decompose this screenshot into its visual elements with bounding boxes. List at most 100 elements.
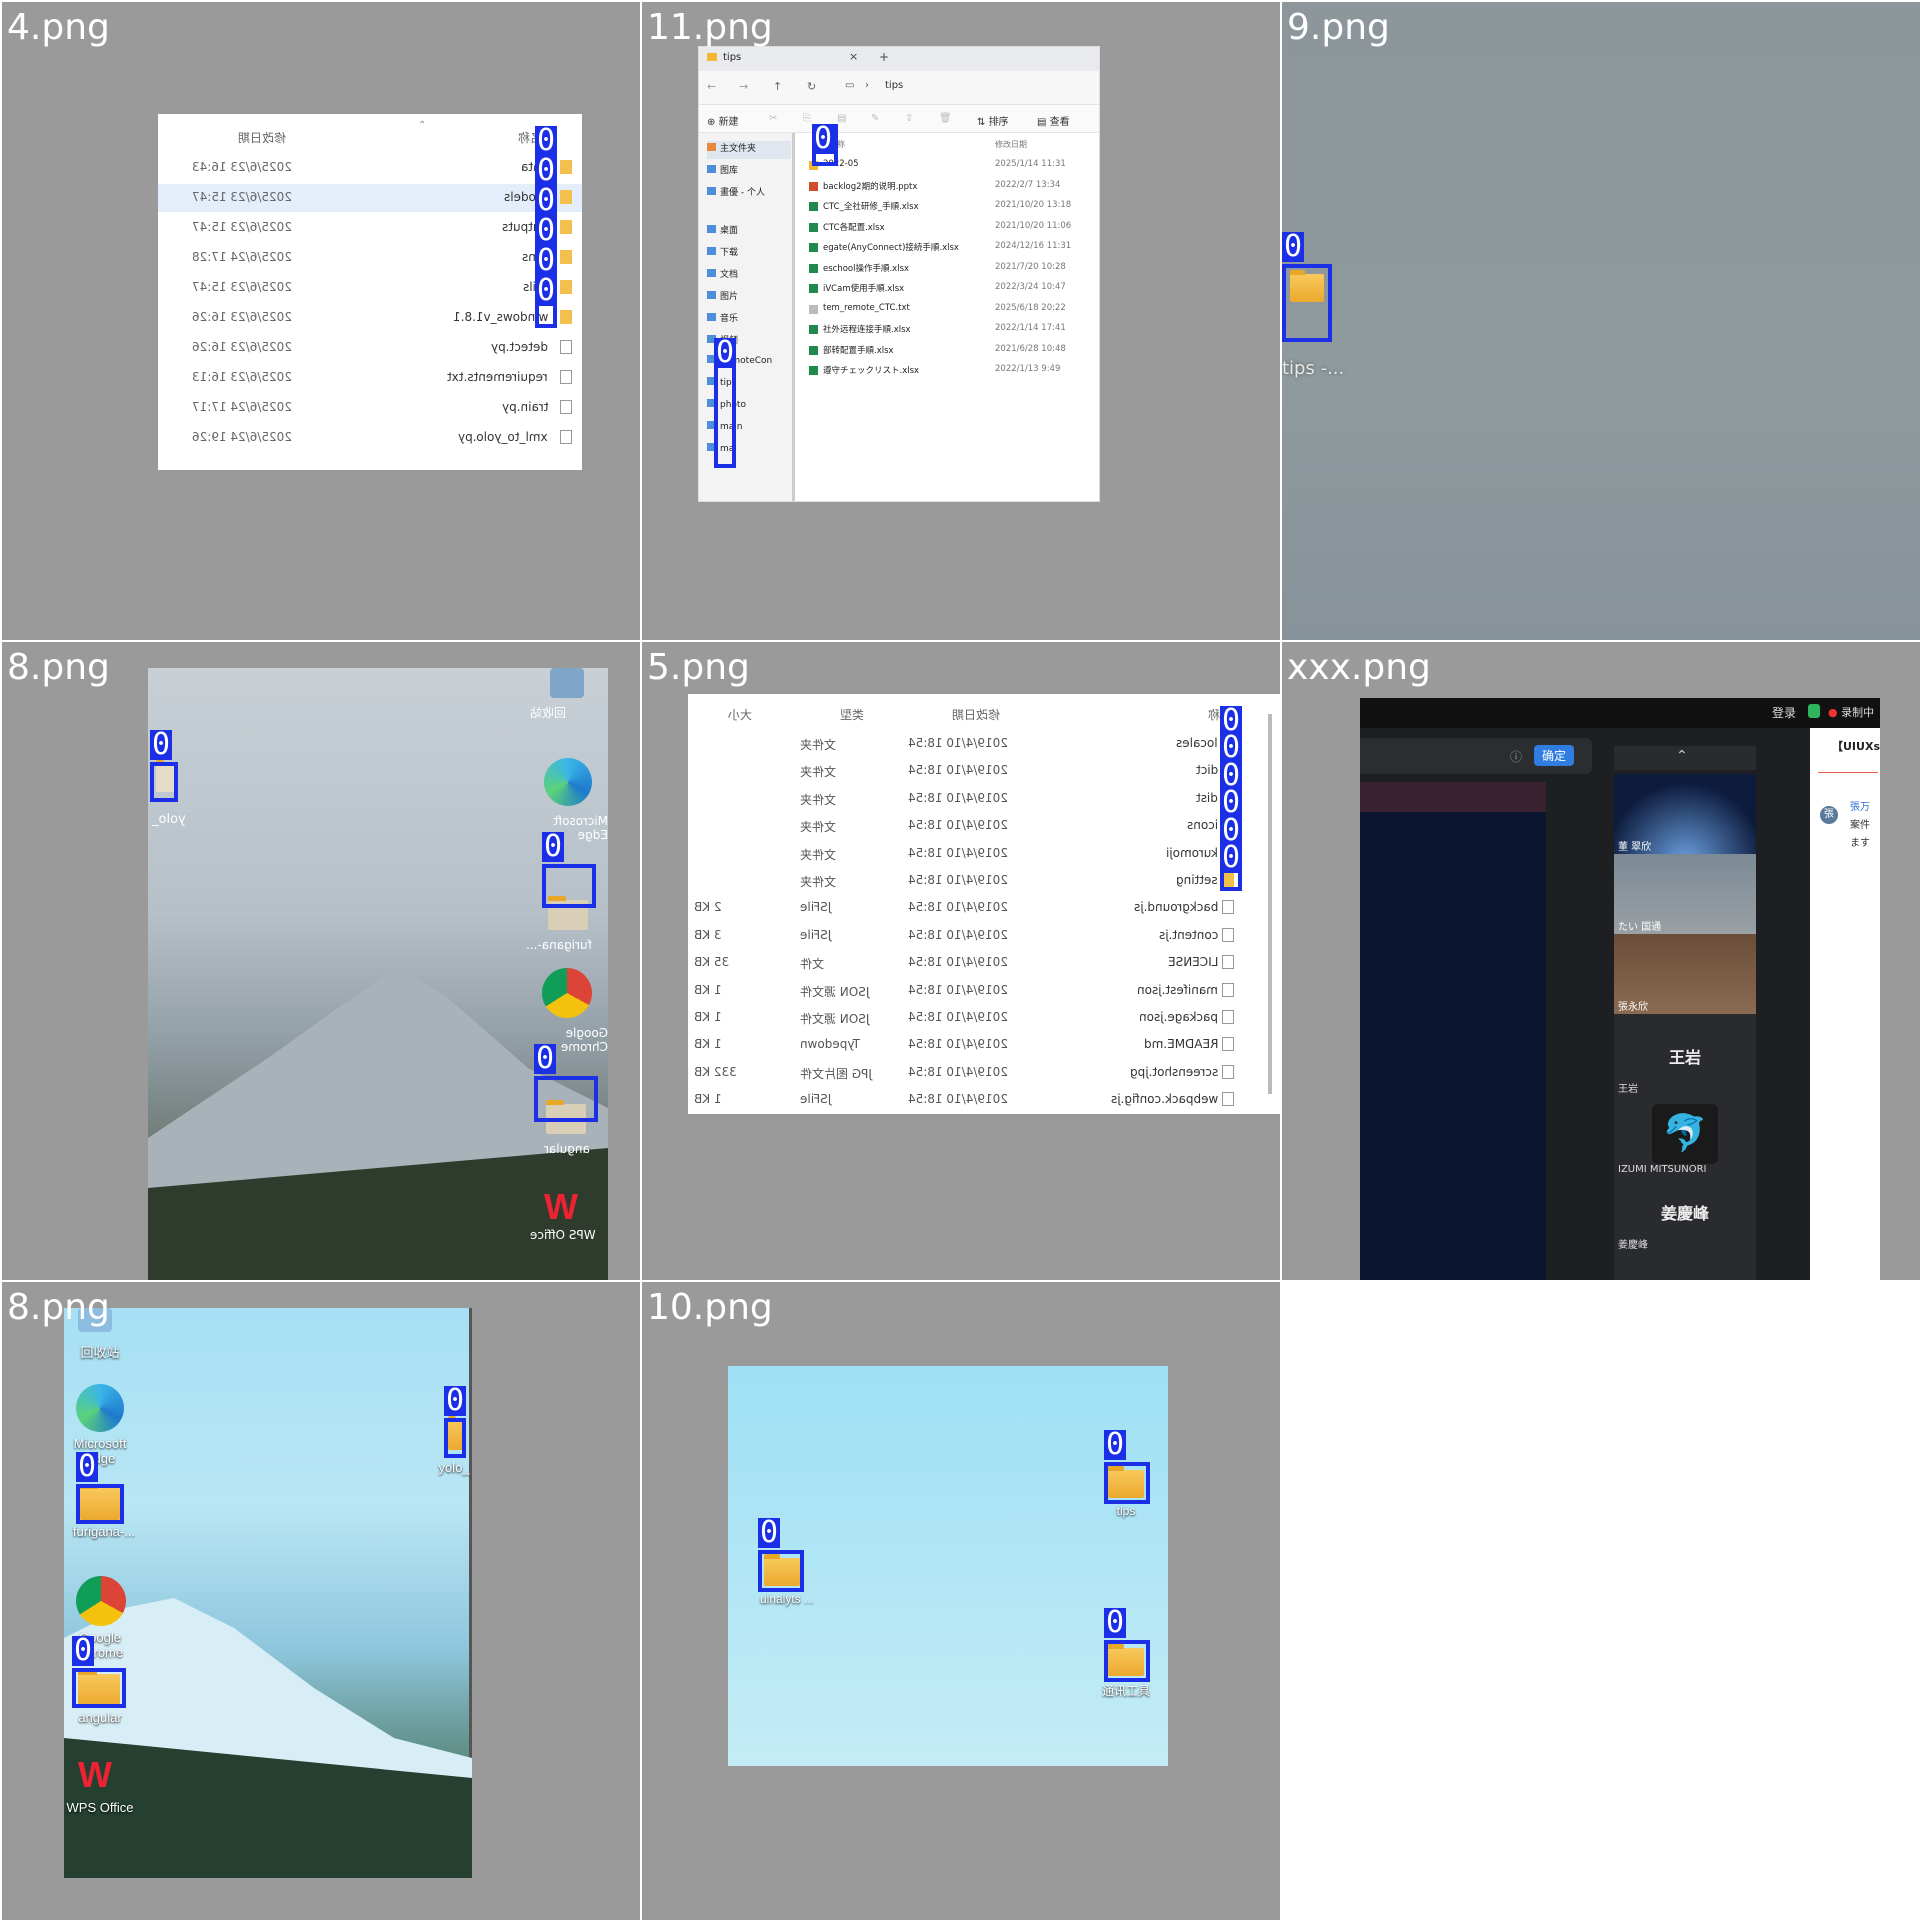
- detection-label: 0: [76, 1449, 99, 1484]
- file-name-text: windows_v1.8.1: [452, 310, 548, 324]
- share-icon[interactable]: ⇪: [905, 113, 913, 124]
- file-row[interactable]: 文件夹 2019/4/10 18:54 setting: [688, 867, 1268, 893]
- sidebar-item[interactable]: 主文件夹: [707, 141, 791, 159]
- file-row[interactable]: 2025/6/23 16:26 windows_v1.8.1: [158, 304, 582, 332]
- sidebar-item[interactable]: 桌面: [707, 223, 791, 241]
- login-button[interactable]: 登录: [1772, 704, 1796, 721]
- paste-icon[interactable]: ▤: [837, 113, 846, 124]
- file-name-text: xml_to_yolo.py: [458, 430, 548, 444]
- header-date[interactable]: 修改日期: [995, 139, 1027, 150]
- file-icon: [1222, 1092, 1234, 1107]
- refresh-icon[interactable]: ↻: [807, 80, 816, 93]
- file-row[interactable]: 文件夹 2019/4/10 18:54 kuromoji: [688, 840, 1268, 866]
- tab-title[interactable]: tips: [723, 52, 741, 63]
- header-size[interactable]: 大小: [728, 706, 752, 723]
- file-row[interactable]: 2 KB JSFile 2019/4/10 18:54 background.js: [688, 894, 1268, 920]
- edge-icon[interactable]: [544, 758, 592, 806]
- sidebar-item[interactable]: 图片: [707, 289, 791, 307]
- header-type[interactable]: 类型: [840, 706, 864, 723]
- header-date[interactable]: 修改日期: [952, 706, 1000, 723]
- file-row[interactable]: 2025/6/23 15:47utils: [158, 274, 582, 302]
- file-date: 2019/4/10 18:54: [908, 928, 1008, 942]
- delete-icon[interactable]: 🗑: [939, 113, 952, 124]
- confirm-button[interactable]: 确定: [1534, 745, 1575, 766]
- up-arrow-icon[interactable]: ↑: [773, 80, 782, 93]
- detection-label: 0: [72, 1633, 95, 1668]
- file-row[interactable]: 332 KB JPG 图片文件 2019/4/10 18:54 screenshot.…: [688, 1059, 1268, 1085]
- icon-label: ulnalyts ...: [759, 1592, 815, 1606]
- file-row[interactable]: 文件夹 2019/4/10 18:54 dict: [688, 757, 1268, 783]
- sidebar-icon: [707, 165, 716, 173]
- collapse-button[interactable]: ⌃: [1614, 746, 1756, 770]
- recycle-bin-icon[interactable]: [550, 668, 584, 698]
- sidebar-item[interactable]: 下载: [707, 245, 791, 263]
- breadcrumb-tips[interactable]: tips: [885, 80, 903, 91]
- sort-button[interactable]: ⇅ 排序: [977, 113, 1009, 128]
- new-button[interactable]: ⊕ 新建: [707, 113, 739, 128]
- file-date: 2022/1/13 9:49: [995, 364, 1061, 374]
- new-tab-icon[interactable]: +: [879, 50, 889, 64]
- cut-icon[interactable]: ✂: [769, 113, 777, 124]
- file-row[interactable]: 1 KB Typedown 2019/4/10 18:54 README.md: [688, 1031, 1268, 1057]
- sidebar-label: 图库: [720, 166, 739, 176]
- file-row[interactable]: 部转配置手順.xlsx 2021/6/28 10:48: [809, 342, 1099, 360]
- chrome-icon[interactable]: [542, 968, 592, 1018]
- desktop-wallpaper: 回收站 Microsoft Edge furigana-... Google C…: [64, 1308, 472, 1878]
- sidebar-item[interactable]: 畫優 - 个人: [707, 185, 791, 203]
- file-name-text: icons: [1186, 818, 1218, 833]
- file-row[interactable]: 2025/6/23 16:43data: [158, 154, 582, 182]
- file-row[interactable]: 2025/6/23 15:47 models: [158, 184, 582, 212]
- file-row[interactable]: 2025/6/24 19:26 xml_to_yolo.py: [158, 424, 582, 452]
- file-row[interactable]: tem_remote_CTC.txt 2025/6/18 20:22: [809, 301, 1099, 319]
- forward-arrow-icon[interactable]: →: [739, 80, 748, 93]
- file-row[interactable]: 1 KB JSON 源文件 2019/4/10 18:54 manifest.json: [688, 977, 1268, 1003]
- file-row[interactable]: iVCam使用手順.xlsx 2022/3/24 10:47: [809, 280, 1099, 298]
- file-row[interactable]: 2025/6/24 17:17 train.py: [158, 394, 582, 422]
- file-name-text: kuromoji: [1166, 845, 1218, 860]
- shared-screen: [1360, 782, 1546, 1280]
- file-row[interactable]: 2025/6/23 16:13 requirements.txt: [158, 364, 582, 392]
- file-row[interactable]: CTC_全社研修_手順.xlsx 2021/10/20 13:18: [809, 198, 1099, 216]
- file-row[interactable]: CTC各配置.xlsx 2021/10/20 11:06: [809, 219, 1099, 237]
- file-name: egate(AnyConnect)接続手順.xlsx: [823, 243, 959, 253]
- participant-panel: 董 翠欣 たい 国通 張永欣 王岩 王岩 🐬 IZUMI MITSUNORI 姜…: [1614, 774, 1756, 1280]
- file-name: CTC各配置.xlsx: [823, 222, 885, 233]
- close-tab-icon[interactable]: ×: [849, 50, 858, 63]
- file-row[interactable]: eschool操作手順.xlsx 2021/7/20 10:28: [809, 260, 1099, 278]
- rename-icon[interactable]: ✎: [871, 113, 879, 124]
- file-row[interactable]: 3 KB JSFile 2019/4/10 18:54 content.js: [688, 922, 1268, 948]
- back-arrow-icon[interactable]: ←: [707, 80, 716, 93]
- file-row[interactable]: 文件夹 2019/4/10 18:54 icons: [688, 812, 1268, 838]
- file-row[interactable]: 文件夹 2019/4/10 18:54 dist: [688, 785, 1268, 811]
- file-row[interactable]: 2022-05 2025/1/14 11:31: [809, 157, 1099, 175]
- file-row[interactable]: 文件夹 2019/4/10 18:54 locales: [688, 730, 1268, 756]
- file-row[interactable]: 1 KB JSFile 2019/4/10 18:54 webpack.config.…: [688, 1086, 1268, 1112]
- copy-icon[interactable]: ⎘: [803, 113, 811, 124]
- file-row[interactable]: egate(AnyConnect)接続手順.xlsx 2024/12/16 11:…: [809, 239, 1099, 257]
- file-row[interactable]: 遵守チェックリスト.xlsx 2022/1/13 9:49: [809, 362, 1099, 380]
- file-date: 2019/4/10 18:54: [908, 791, 1008, 805]
- file-row[interactable]: 社外远程连接手順.xlsx 2022/1/14 17:41: [809, 321, 1099, 339]
- file-row[interactable]: backlog2期的说明.pptx 2022/2/7 13:34: [809, 178, 1099, 196]
- cell-label: 10.png: [647, 1287, 773, 1328]
- wps-icon[interactable]: W: [78, 1754, 124, 1795]
- file-date: 2019/4/10 18:54: [908, 846, 1008, 860]
- scrollbar[interactable]: [1268, 714, 1272, 1094]
- chrome-icon[interactable]: [76, 1576, 126, 1626]
- sidebar-label: 图片: [720, 292, 739, 302]
- file-row[interactable]: 2025/6/23 16:26 detect.py: [158, 334, 582, 362]
- file-row[interactable]: 2025/6/24 17:28runs: [158, 244, 582, 272]
- view-button[interactable]: ▤ 查看: [1037, 113, 1070, 128]
- sidebar-item[interactable]: 音乐: [707, 311, 791, 329]
- file-row[interactable]: 2025/6/23 15:47 outputs: [158, 214, 582, 242]
- file-row[interactable]: 1 KB JSON 源文件 2019/4/10 18:54 package.json: [688, 1004, 1268, 1030]
- file-date-text: 2025/6/23 16:26: [192, 340, 292, 354]
- file-row[interactable]: 35 KB 文件 2019/4/10 18:54 LICENSE: [688, 949, 1268, 975]
- sidebar-icon: [707, 291, 716, 299]
- wps-icon[interactable]: W: [544, 1186, 590, 1227]
- sidebar-item[interactable]: 图库: [707, 163, 791, 181]
- file-name-text: package.json: [1138, 1010, 1218, 1024]
- header-date[interactable]: 修改日期: [238, 129, 286, 146]
- sidebar-item[interactable]: 文档: [707, 267, 791, 285]
- edge-icon[interactable]: [76, 1384, 124, 1432]
